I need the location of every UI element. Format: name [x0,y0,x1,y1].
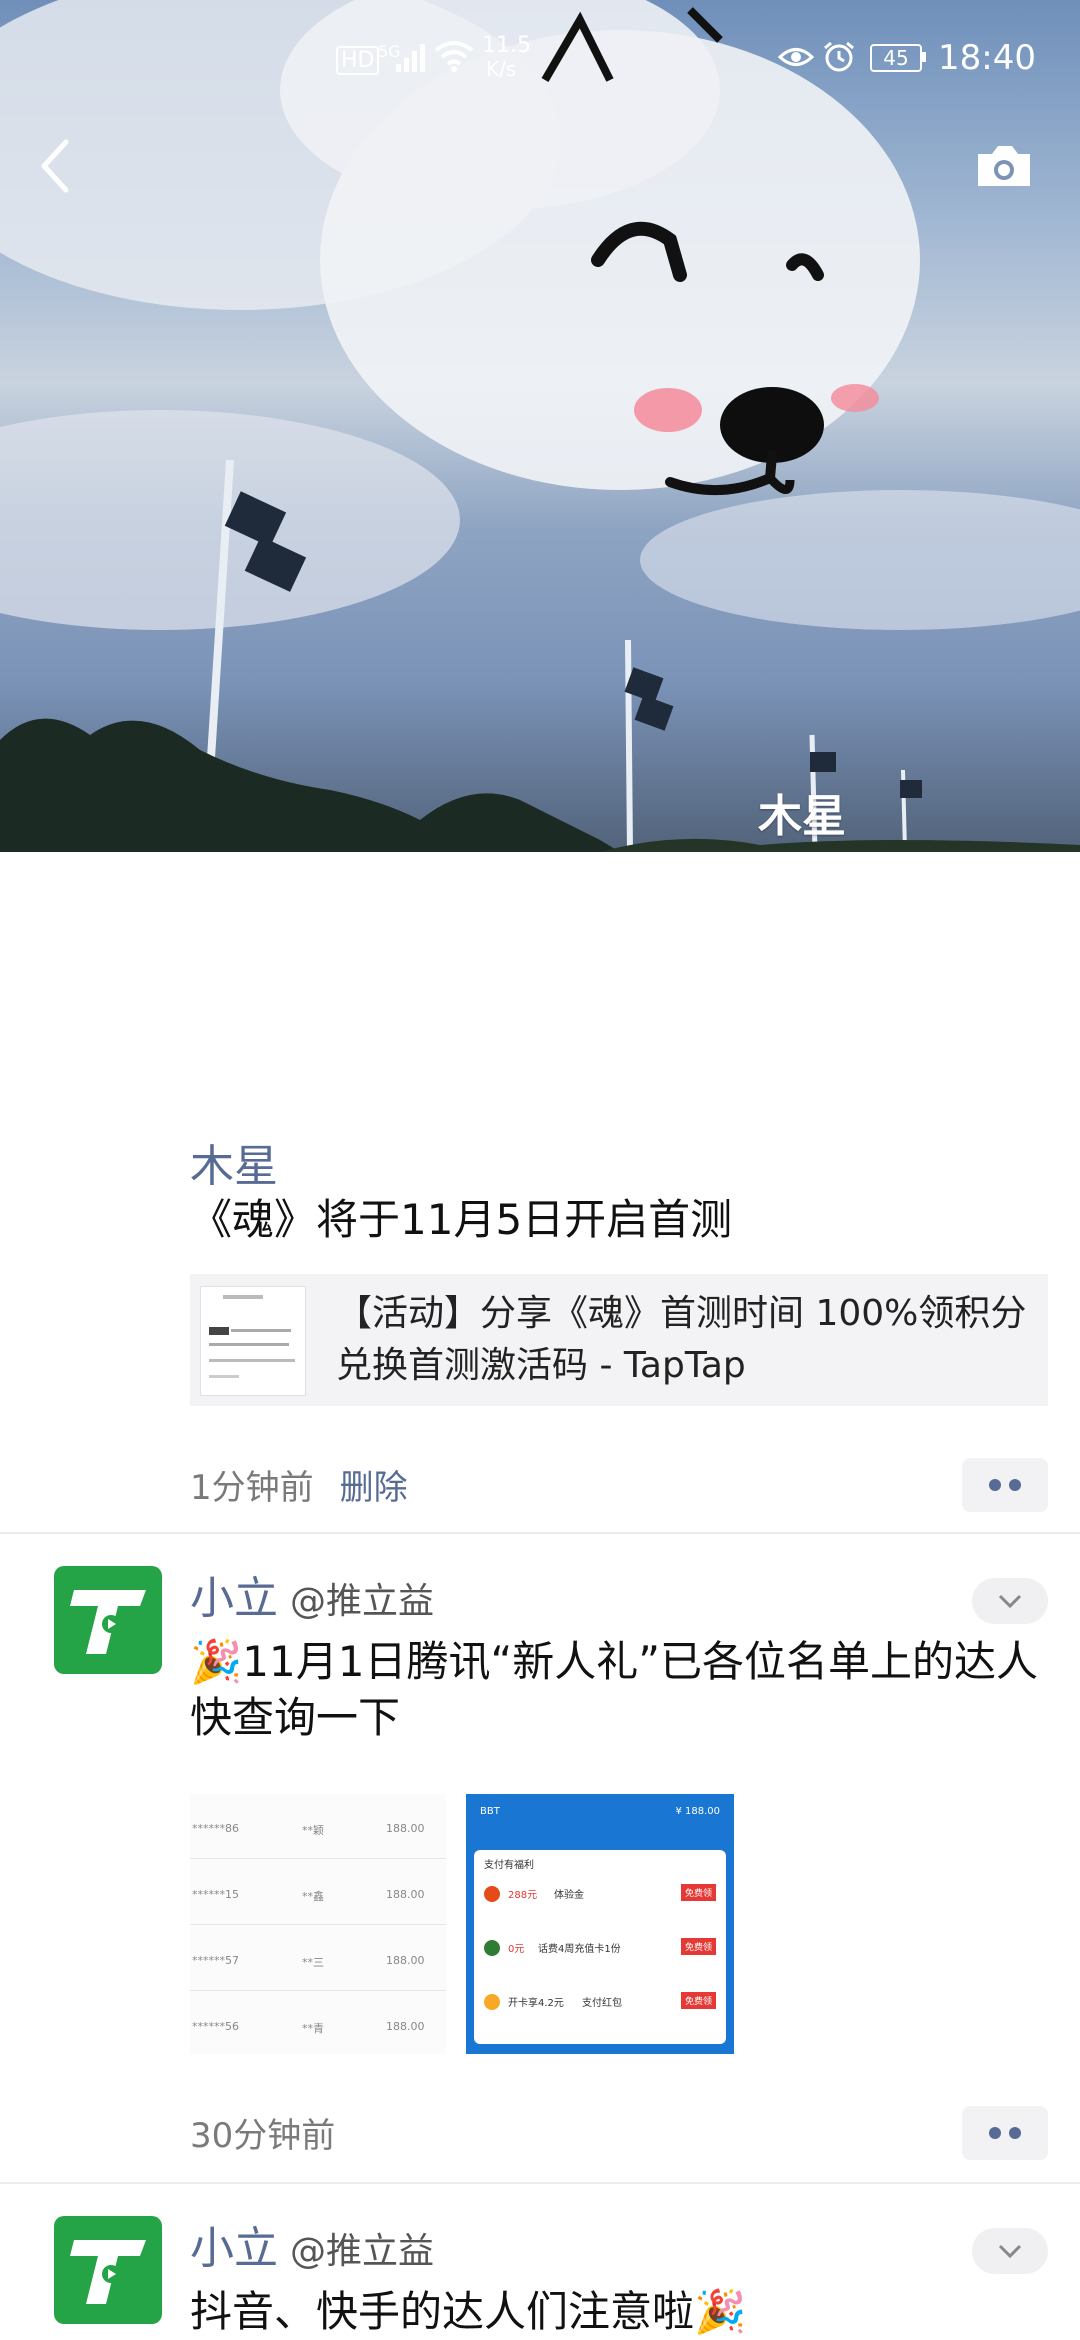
chevron-down-icon [998,2244,1022,2259]
link-thumbnail [200,1286,306,1396]
post-options-button[interactable] [972,1578,1048,1624]
image-row: ******57 **三 188.00 [192,1954,425,1969]
post-time: 30分钟前 [190,2116,336,2156]
hd-badge: HD [336,46,380,75]
battery-icon: 45 [870,44,922,72]
post-author[interactable]: 木星 [190,1130,278,1194]
wifi-icon [434,41,474,72]
avatar[interactable] [54,1566,162,1674]
post-image-1[interactable]: ******86 **颖 188.00 ******15 **鑫 188.00 … [190,1794,446,2054]
speed-unit: K/s [486,57,517,81]
signal-icon [396,44,425,72]
clock: 18:40 [938,38,1036,78]
image-card-title: 支付有福利 [484,1860,534,1871]
link-card[interactable]: 【活动】分享《魂》首测时间 100%领积分兑换首测激活码 - TapTap [190,1274,1048,1406]
alarm-icon [824,41,854,72]
back-arrow-icon[interactable] [36,136,76,196]
eye-icon [778,48,814,66]
more-dot-icon [1009,2127,1021,2139]
post-handle: @推立益 [290,2231,435,2272]
delete-link[interactable]: 删除 [340,1468,408,1508]
image-header-left: BBT [480,1806,500,1817]
avatar[interactable] [54,2216,162,2324]
moment-post-3: 小立 @推立益 抖音、快手的达人们注意啦🎉 [0,2184,1080,2338]
status-bar: HD 5G 11.5 K/s 45 18:40 [0,34,1080,86]
more-dot-icon [989,2127,1001,2139]
tuiliyi-logo-icon [70,2240,146,2304]
cover-image[interactable]: HD 5G 11.5 K/s 45 18:40 木星 [0,0,1080,852]
image-row: ******56 **青 188.00 [192,2020,425,2035]
image-item: 288元 体验金 免费领 [484,1882,716,1922]
battery-level: 45 [883,46,909,70]
more-dot-icon [1009,1479,1021,1491]
post-author[interactable]: 小立 [190,2223,278,2274]
speed-value: 11.5 [482,33,531,58]
post-options-button[interactable] [972,2228,1048,2274]
post-time: 1分钟前 [190,1468,314,1508]
post-image-2[interactable]: BBT ¥ 188.00 支付有福利 288元 体验金 免费领 0元 话费4周充… [466,1794,734,2054]
image-item: 开卡享4.2元 支付红包 免费领 [484,1990,716,2030]
comment-like-button[interactable] [962,2106,1048,2160]
image-item: 0元 话费4周充值卡1份 免费领 [484,1936,716,1976]
image-row: ******86 **颖 188.00 [192,1822,425,1837]
cover-illustration [0,0,1080,852]
tuiliyi-logo-icon [70,1590,146,1654]
post-text: 🎉11月1日腾讯“新人礼”已各位名单上的达人快查询一下 [190,1637,1038,1742]
post-author[interactable]: 小立 [190,1573,278,1624]
moment-post-2: 小立 @推立益 🎉11月1日腾讯“新人礼”已各位名单上的达人快查询一下 *****… [0,1534,1080,2184]
link-title: 【活动】分享《魂》首测时间 100%领积分兑换首测激活码 - TapTap [336,1293,1027,1386]
post-header: 小立 @推立益 [190,2212,434,2276]
image-row: ******15 **鑫 188.00 [192,1888,425,1903]
camera-icon[interactable] [974,142,1034,188]
post-meta: 1分钟前 删除 [190,1460,408,1509]
post-handle: @推立益 [290,1581,435,1622]
post-text: 抖音、快手的达人们注意啦🎉 [190,2287,747,2336]
more-dot-icon [989,1479,1001,1491]
post-text: 《魂》将于11月5日开启首测 [190,1195,733,1244]
moment-post-1: 木星 《魂》将于11月5日开启首测 【活动】分享《魂》首测时间 100%领积分兑… [0,1120,1080,1540]
comment-like-button[interactable] [962,1458,1048,1512]
image-card: 支付有福利 288元 体验金 免费领 0元 话费4周充值卡1份 免费领 开卡享4… [474,1850,726,2044]
post-header: 小立 @推立益 [190,1562,434,1626]
cover-owner-name[interactable]: 木星 [758,780,846,844]
chevron-down-icon [998,1594,1022,1609]
image-header-right: ¥ 188.00 [675,1806,720,1817]
